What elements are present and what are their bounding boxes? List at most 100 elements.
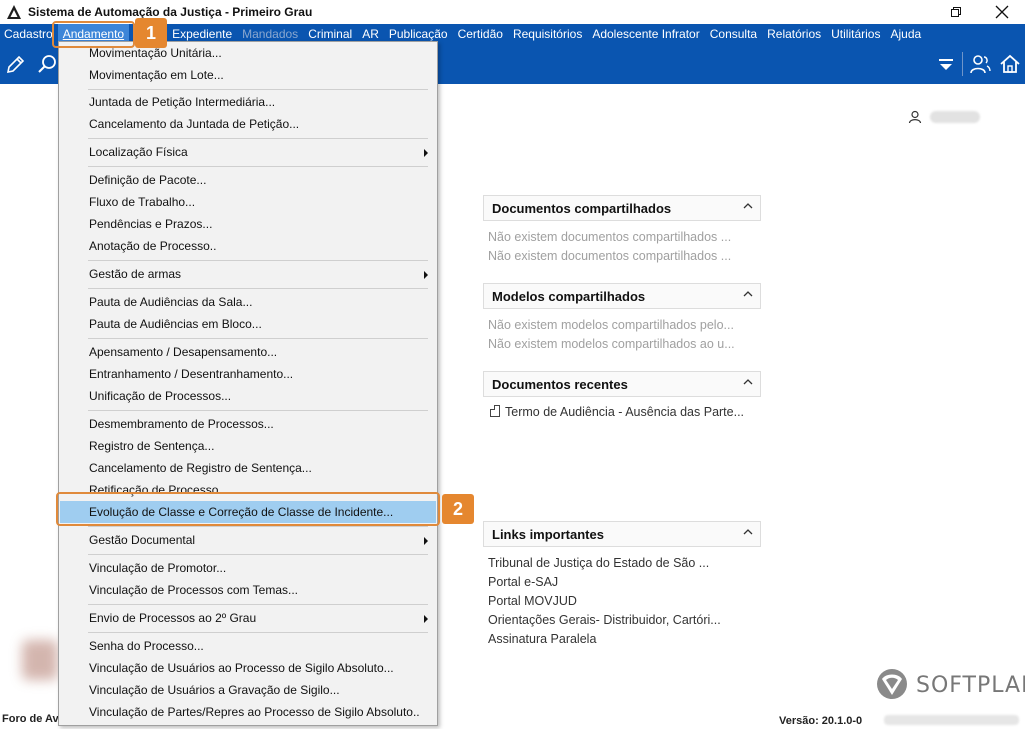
panel-title: Documentos recentes bbox=[492, 376, 628, 392]
blurred-image bbox=[22, 640, 58, 680]
menu-adolescente-infrator[interactable]: Adolescente Infrator bbox=[587, 24, 704, 44]
panel-links-importantes[interactable]: Links importantes bbox=[483, 521, 761, 547]
users-icon[interactable] bbox=[968, 52, 992, 76]
toolbar-separator bbox=[962, 52, 963, 76]
panel-line: Não existem documentos compartilhados ..… bbox=[488, 249, 732, 263]
panel-line: Não existem modelos compartilhados ao u.… bbox=[488, 337, 735, 351]
panel-title: Links importantes bbox=[492, 526, 604, 542]
menu-separator bbox=[88, 89, 428, 90]
softplan-logo: SOFTPLAN bbox=[874, 667, 1025, 703]
menu-separator bbox=[88, 260, 428, 261]
menu-item-fluxo-trabalho[interactable]: Fluxo de Trabalho... bbox=[60, 191, 436, 213]
menu-relatorios[interactable]: Relatórios bbox=[762, 24, 826, 44]
menu-separator bbox=[88, 410, 428, 411]
menu-requisitorios[interactable]: Requisitórios bbox=[508, 24, 587, 44]
window-controls bbox=[933, 0, 1025, 24]
menu-consulta[interactable]: Consulta bbox=[705, 24, 762, 44]
menu-item-cancelamento-juntada[interactable]: Cancelamento da Juntada de Petição... bbox=[60, 113, 436, 135]
chevron-up-icon[interactable] bbox=[742, 288, 754, 300]
dropdown-arrow-icon[interactable] bbox=[934, 52, 958, 76]
submenu-arrow-icon bbox=[424, 271, 428, 279]
link-tjsp[interactable]: Tribunal de Justiça do Estado de São ... bbox=[488, 556, 709, 570]
panel-documentos-compartilhados[interactable]: Documentos compartilhados bbox=[483, 195, 761, 221]
menu-item-movimentacao-lote[interactable]: Movimentação em Lote... bbox=[60, 64, 436, 86]
window-title: Sistema de Automação da Justiça - Primei… bbox=[28, 5, 313, 19]
submenu-arrow-icon bbox=[424, 149, 428, 157]
menu-item-pauta-sala[interactable]: Pauta de Audiências da Sala... bbox=[60, 291, 436, 313]
panel-documentos-recentes[interactable]: Documentos recentes bbox=[483, 371, 761, 397]
close-button[interactable] bbox=[979, 0, 1025, 24]
chevron-up-icon[interactable] bbox=[742, 526, 754, 538]
menu-separator bbox=[88, 138, 428, 139]
menu-item-vinculacao-promotor[interactable]: Vinculação de Promotor... bbox=[60, 557, 436, 579]
chevron-up-icon[interactable] bbox=[742, 376, 754, 388]
search-icon[interactable] bbox=[36, 52, 60, 76]
menu-separator bbox=[88, 554, 428, 555]
panel-line: Não existem documentos compartilhados ..… bbox=[488, 230, 732, 244]
menu-item-vinculacao-temas[interactable]: Vinculação de Processos com Temas... bbox=[60, 579, 436, 601]
menu-separator bbox=[88, 338, 428, 339]
recent-document-link[interactable]: Termo de Audiência - Ausência das Parte.… bbox=[490, 405, 744, 419]
callout-2-highlight bbox=[56, 492, 440, 526]
menu-item-desmembramento[interactable]: Desmembramento de Processos... bbox=[60, 413, 436, 435]
menu-item-localizacao-fisica[interactable]: Localização Física bbox=[60, 141, 436, 163]
menu-item-gestao-armas[interactable]: Gestão de armas bbox=[60, 263, 436, 285]
menu-item-apensamento[interactable]: Apensamento / Desapensamento... bbox=[60, 341, 436, 363]
home-icon[interactable] bbox=[998, 52, 1022, 76]
user-icon bbox=[908, 110, 922, 124]
menu-item-registro-sentenca[interactable]: Registro de Sentença... bbox=[60, 435, 436, 457]
callout-1-badge: 1 bbox=[135, 18, 167, 48]
softplan-logo-icon bbox=[877, 669, 907, 699]
chevron-up-icon[interactable] bbox=[742, 200, 754, 212]
menu-item-definicao-pacote[interactable]: Definição de Pacote... bbox=[60, 169, 436, 191]
submenu-arrow-icon bbox=[424, 537, 428, 545]
panel-modelos-compartilhados[interactable]: Modelos compartilhados bbox=[483, 283, 761, 309]
recent-document-label: Termo de Audiência - Ausência das Parte.… bbox=[505, 405, 745, 419]
edit-icon[interactable] bbox=[4, 52, 28, 76]
menu-item-unificacao[interactable]: Unificação de Processos... bbox=[60, 385, 436, 407]
menu-utilitarios[interactable]: Utilitários bbox=[826, 24, 885, 44]
menu-ajuda[interactable]: Ajuda bbox=[885, 24, 926, 44]
menu-item-cancelamento-registro[interactable]: Cancelamento de Registro de Sentença... bbox=[60, 457, 436, 479]
softplan-wordmark: SOFTPLAN bbox=[916, 672, 1025, 698]
menu-separator bbox=[88, 632, 428, 633]
menu-item-juntada-peticao[interactable]: Juntada de Petição Intermediária... bbox=[60, 91, 436, 113]
restore-button[interactable] bbox=[933, 0, 979, 24]
user-name-blurred bbox=[930, 111, 980, 123]
callout-2-badge: 2 bbox=[442, 494, 474, 524]
link-orientacoes-gerais[interactable]: Orientações Gerais- Distribuidor, Cartór… bbox=[488, 613, 721, 627]
menu-certidao[interactable]: Certidão bbox=[453, 24, 508, 44]
blurred-status-text bbox=[884, 715, 1019, 725]
andamento-dropdown-menu: Movimentação Unitária... Movimentação em… bbox=[58, 41, 438, 726]
menu-cadastro[interactable]: Cadastro bbox=[0, 24, 58, 44]
document-icon bbox=[490, 405, 500, 417]
panel-line: Não existem modelos compartilhados pelo.… bbox=[488, 318, 734, 332]
link-portal-esaj[interactable]: Portal e-SAJ bbox=[488, 575, 558, 589]
menu-item-senha-processo[interactable]: Senha do Processo... bbox=[60, 635, 436, 657]
restore-icon bbox=[951, 7, 961, 17]
menu-item-label: Gestão Documental bbox=[89, 533, 196, 547]
user-area[interactable] bbox=[908, 110, 980, 124]
menu-item-pendencias-prazos[interactable]: Pendências e Prazos... bbox=[60, 213, 436, 235]
menu-separator bbox=[88, 604, 428, 605]
menu-item-envio-2-grau[interactable]: Envio de Processos ao 2º Grau bbox=[60, 607, 436, 629]
menu-item-anotacao-processo[interactable]: Anotação de Processo.. bbox=[60, 235, 436, 257]
link-portal-movjud[interactable]: Portal MOVJUD bbox=[488, 594, 577, 608]
menu-item-vinculacao-partes-sigilo[interactable]: Vinculação de Partes/Repres ao Processo … bbox=[60, 701, 436, 723]
menu-item-vinculacao-gravacao-sigilo[interactable]: Vinculação de Usuários a Gravação de Sig… bbox=[60, 679, 436, 701]
version-label: Versão: 20.1.0-0 bbox=[779, 715, 863, 727]
submenu-arrow-icon bbox=[424, 615, 428, 623]
panel-title: Documentos compartilhados bbox=[492, 200, 672, 216]
panel-title: Modelos compartilhados bbox=[492, 288, 646, 304]
menu-item-label: Gestão de armas bbox=[89, 267, 182, 281]
close-icon bbox=[995, 5, 1009, 19]
menu-item-label: Localização Física bbox=[89, 145, 188, 159]
menu-item-pauta-bloco[interactable]: Pauta de Audiências em Bloco... bbox=[60, 313, 436, 335]
menu-separator bbox=[88, 288, 428, 289]
menu-item-label: Envio de Processos ao 2º Grau bbox=[89, 611, 257, 625]
menu-item-vinculacao-usuarios-sigilo[interactable]: Vinculação de Usuários ao Processo de Si… bbox=[60, 657, 436, 679]
menu-item-gestao-documental[interactable]: Gestão Documental bbox=[60, 529, 436, 551]
link-assinatura-paralela[interactable]: Assinatura Paralela bbox=[488, 632, 596, 646]
app-logo-icon bbox=[7, 5, 21, 19]
menu-item-entranhamento[interactable]: Entranhamento / Desentranhamento... bbox=[60, 363, 436, 385]
